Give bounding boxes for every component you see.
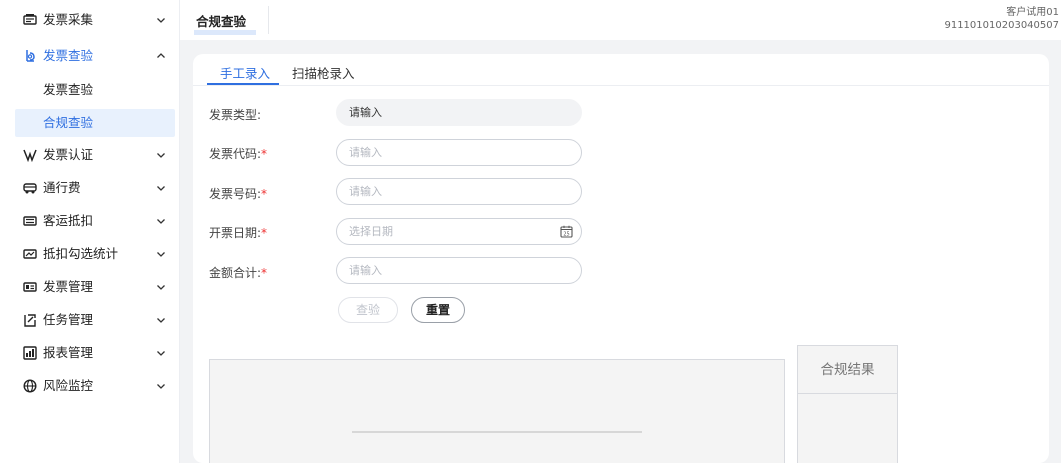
entry-tabs: 手工录入 扫描枪录入 — [193, 54, 1049, 86]
page-tab-compliance-check[interactable]: 合规查验 — [196, 11, 246, 30]
invoice-number-label: 发票号码:* — [209, 185, 267, 202]
chevron-up-icon — [157, 53, 165, 58]
preview-divider — [352, 431, 642, 433]
toll-icon — [23, 181, 37, 195]
sidebar-item-report-manage[interactable]: 报表管理 — [0, 339, 180, 367]
sidebar-item-deduction-stats[interactable]: 抵扣勾选统计 — [0, 240, 180, 268]
required-mark: * — [261, 187, 268, 201]
sidebar-item-label: 发票查验 — [43, 48, 94, 63]
label-text: 发票类型: — [209, 108, 262, 122]
sidebar-item-task-manage[interactable]: 任务管理 — [0, 306, 180, 334]
sidebar-item-label: 发票管理 — [43, 279, 94, 294]
svg-text:25: 25 — [563, 232, 569, 238]
issue-date-label: 开票日期:* — [209, 224, 267, 241]
sidebar-subitem-label: 发票查验 — [43, 82, 94, 97]
sidebar-item-label: 抵扣勾选统计 — [43, 246, 119, 261]
compliance-result-title: 合规结果 — [798, 346, 897, 394]
invoice-code-field[interactable] — [336, 139, 582, 166]
sidebar-item-risk-monitor[interactable]: 风险监控 — [0, 372, 180, 400]
sidebar-item-passenger-deduction[interactable]: 客运抵扣 — [0, 207, 180, 235]
required-mark: * — [261, 147, 268, 161]
total-amount-input[interactable] — [337, 258, 581, 283]
invoice-number-input[interactable] — [337, 179, 581, 204]
invoice-type-input[interactable] — [337, 100, 581, 125]
invoice-code-label: 发票代码:* — [209, 145, 267, 162]
check-button[interactable]: 查验 — [338, 297, 398, 323]
invoice-number-field[interactable] — [336, 178, 582, 205]
invoice-type-label: 发票类型: — [209, 106, 261, 123]
issue-date-input[interactable] — [337, 219, 581, 244]
sidebar-item-toll[interactable]: 通行费 — [0, 174, 180, 202]
divider — [268, 6, 269, 34]
invoice-manage-icon — [23, 280, 37, 294]
chevron-down-icon — [157, 252, 165, 257]
task-icon — [23, 313, 37, 327]
tab-manual-entry[interactable]: 手工录入 — [220, 63, 270, 82]
sidebar-item-invoice-collect[interactable]: 发票采集 — [0, 6, 180, 34]
certify-icon — [23, 148, 37, 162]
sidebar-item-certify[interactable]: 发票认证 — [0, 141, 180, 169]
main-card: 手工录入 扫描枪录入 发票类型: 发票代码:* 发票号码:* 开票日期:* 25… — [193, 54, 1049, 463]
sidebar-item-label: 任务管理 — [43, 312, 94, 327]
passenger-ticket-icon — [23, 214, 37, 228]
chevron-down-icon — [157, 318, 165, 323]
invoice-preview-area — [209, 359, 785, 463]
chevron-down-icon — [157, 285, 165, 290]
chevron-down-icon — [157, 219, 165, 224]
label-text: 金额合计: — [209, 266, 262, 280]
required-mark: * — [261, 226, 268, 240]
chevron-down-icon — [157, 186, 165, 191]
label-text: 发票代码: — [209, 147, 262, 161]
sidebar-subitem-invoice-check[interactable]: 发票查验 — [0, 76, 180, 104]
active-tab-indicator — [207, 83, 279, 85]
customer-name: 客户试用01 — [1006, 7, 1059, 18]
compliance-result-panel: 合规结果 — [797, 345, 898, 463]
invoice-check-icon — [23, 49, 37, 63]
sidebar-item-invoice-manage[interactable]: 发票管理 — [0, 273, 180, 301]
page-tab-highlight — [194, 30, 256, 35]
sidebar-item-label: 通行费 — [43, 180, 81, 195]
invoice-type-field[interactable] — [336, 99, 582, 126]
sidebar-subitem-label: 合规查验 — [43, 115, 94, 130]
sidebar-item-label: 报表管理 — [43, 345, 94, 360]
sidebar-item-label: 客运抵扣 — [43, 213, 94, 228]
invoice-collect-icon — [23, 13, 37, 27]
chevron-down-icon — [157, 351, 165, 356]
top-bar: 合规查验 客户试用01 911101010203040507 — [180, 0, 1061, 40]
sidebar-item-label: 风险监控 — [43, 378, 94, 393]
chevron-down-icon — [157, 153, 165, 158]
total-amount-label: 金额合计:* — [209, 264, 267, 281]
calendar-icon[interactable]: 25 — [560, 225, 573, 238]
sidebar-subitem-compliance-check[interactable]: 合规查验 — [0, 109, 180, 137]
chevron-down-icon — [157, 18, 165, 23]
sidebar: 发票采集 发票查验 发票查验 合规查验 发票认证 通行费 客运抵扣 抵扣勾选统计… — [0, 0, 180, 463]
report-icon — [23, 346, 37, 360]
globe-risk-icon — [23, 379, 37, 393]
customer-tax-id: 911101010203040507 — [944, 20, 1059, 31]
customer-info: 客户试用01 911101010203040507 — [944, 6, 1059, 32]
required-mark: * — [261, 266, 268, 280]
label-text: 发票号码: — [209, 187, 262, 201]
sidebar-item-label: 发票认证 — [43, 147, 94, 162]
chevron-down-icon — [157, 384, 165, 389]
tab-scanner-entry[interactable]: 扫描枪录入 — [292, 63, 355, 82]
label-text: 开票日期: — [209, 226, 262, 240]
deduction-stats-icon — [23, 247, 37, 261]
issue-date-field[interactable]: 25 — [336, 218, 582, 245]
reset-button[interactable]: 重置 — [411, 297, 465, 323]
sidebar-item-label: 发票采集 — [43, 12, 94, 27]
sidebar-item-invoice-check[interactable]: 发票查验 — [0, 42, 180, 70]
active-highlight — [15, 109, 175, 137]
invoice-code-input[interactable] — [337, 140, 581, 165]
total-amount-field[interactable] — [336, 257, 582, 284]
